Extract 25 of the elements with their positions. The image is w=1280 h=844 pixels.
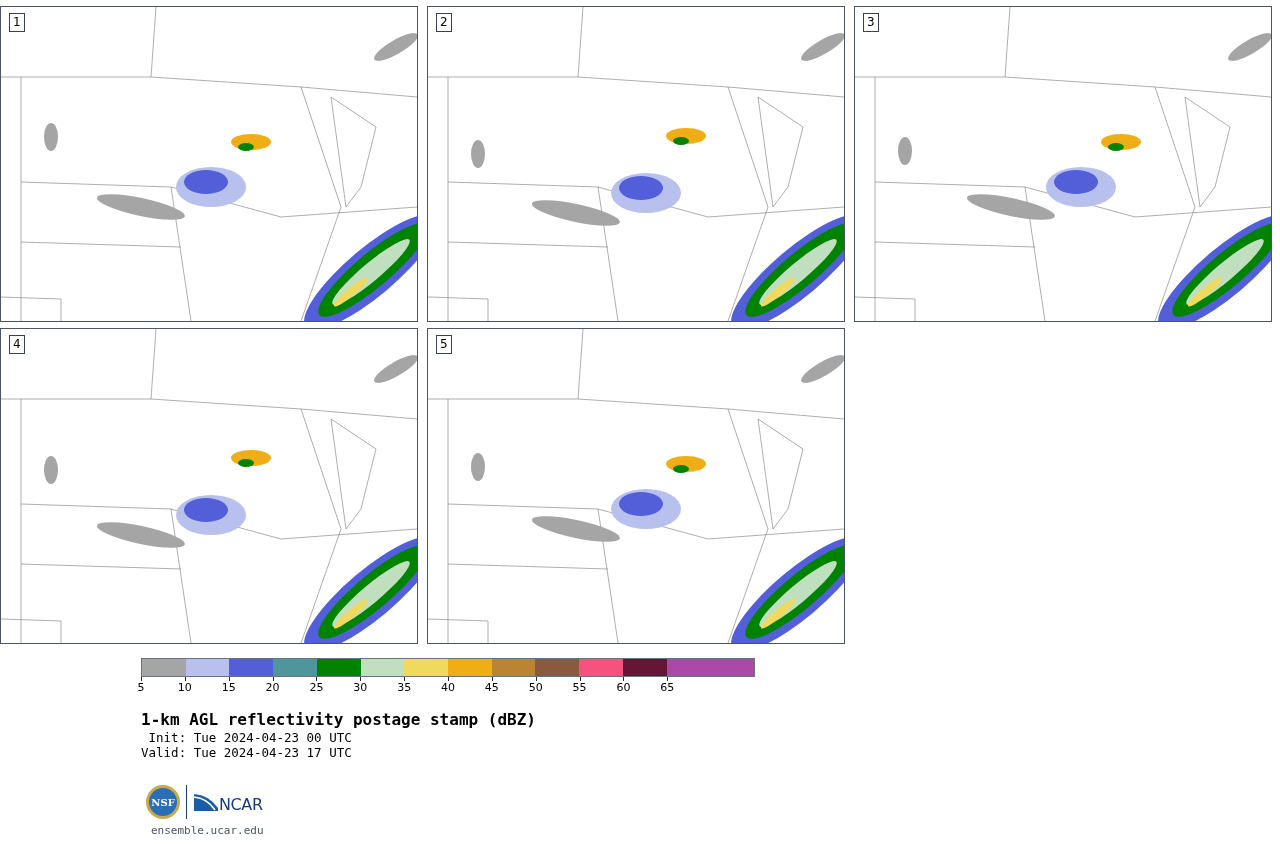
ncar-logo-text: NCAR: [219, 794, 263, 816]
panel-number: 2: [436, 13, 452, 32]
website-text: ensemble.ucar.edu: [151, 823, 265, 839]
swoosh-icon: [193, 793, 219, 811]
tick-label: 30: [353, 681, 368, 695]
tick-label: 10: [177, 681, 192, 695]
panel-number: 4: [9, 335, 25, 354]
tick-label: 20: [265, 681, 280, 695]
tick-label: 60: [616, 681, 631, 695]
tick-label: 45: [484, 681, 499, 695]
chart-title: 1-km AGL reflectivity postage stamp (dBZ): [141, 710, 537, 730]
tick-label: 5: [137, 681, 145, 695]
init-time-text: Init: Tue 2024-04-23 00 UTC: [147, 730, 353, 745]
tick-label: 50: [528, 681, 543, 695]
panel-number: 5: [436, 335, 452, 354]
tick-label: 65: [660, 681, 675, 695]
panel-number: 1: [9, 13, 25, 32]
nsf-logo: NSF: [146, 785, 180, 819]
tick-label: 35: [397, 681, 412, 695]
tick-label: 55: [572, 681, 587, 695]
tick-label: 15: [221, 681, 236, 695]
tick-label: 40: [441, 681, 455, 695]
tick-label: 25: [309, 681, 324, 695]
valid-time-text: Valid: Tue 2024-04-23 17 UTC: [141, 745, 353, 760]
panel-number: 3: [863, 13, 879, 32]
